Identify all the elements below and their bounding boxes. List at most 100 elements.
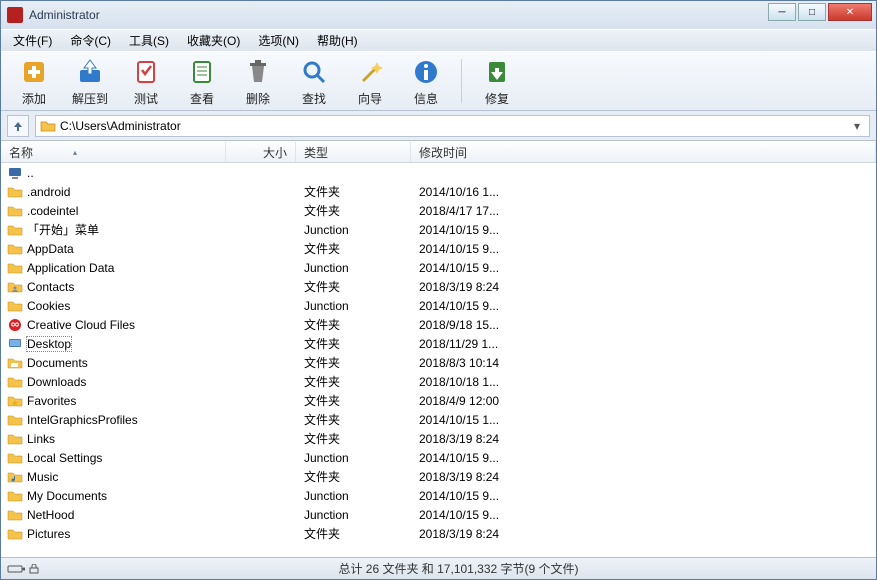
file-icon [7, 489, 23, 503]
file-name: Desktop [27, 337, 71, 351]
address-input[interactable] [60, 119, 845, 133]
file-mtime: 2018/10/18 1... [411, 375, 876, 389]
file-row[interactable]: Pictures文件夹2018/3/19 8:24 [1, 524, 876, 543]
menu-item[interactable]: 收藏夹(O) [179, 30, 248, 51]
address-field[interactable]: ▾ [35, 115, 870, 137]
status-icons [7, 564, 41, 574]
address-dropdown-icon[interactable]: ▾ [849, 119, 865, 133]
file-type: 文件夹 [296, 468, 411, 485]
test-icon [130, 56, 162, 88]
address-bar: ▾ [1, 111, 876, 141]
menu-item[interactable]: 工具(S) [121, 30, 177, 51]
titlebar: Administrator ─ □ ✕ [1, 1, 876, 29]
file-icon [7, 451, 23, 465]
up-button[interactable] [7, 115, 29, 137]
window-controls: ─ □ ✕ [768, 3, 872, 21]
file-type: 文件夹 [296, 354, 411, 371]
file-row[interactable]: NetHood Junction2014/10/15 9... [1, 505, 876, 524]
toolbar-add-button[interactable]: 添加 [9, 56, 59, 107]
toolbar-extract-button[interactable]: 解压到 [65, 56, 115, 107]
toolbar-label: 测试 [134, 90, 158, 107]
file-icon [7, 185, 23, 199]
file-type: 文件夹 [296, 183, 411, 200]
file-name: Links [27, 432, 55, 446]
file-name: .. [27, 166, 34, 180]
minimize-button[interactable]: ─ [768, 3, 796, 21]
file-row[interactable]: Music文件夹2018/3/19 8:24 [1, 467, 876, 486]
column-header-mtime[interactable]: 修改时间 [411, 142, 876, 162]
toolbar-delete-button[interactable]: 删除 [233, 56, 283, 107]
file-type: 文件夹 [296, 202, 411, 219]
file-list[interactable]: ...android文件夹2014/10/16 1....codeintel文件… [1, 163, 876, 557]
file-row[interactable]: Favorites文件夹2018/4/9 12:00 [1, 391, 876, 410]
file-mtime: 2014/10/16 1... [411, 185, 876, 199]
file-row[interactable]: 「开始」菜单Junction2014/10/15 9... [1, 220, 876, 239]
menu-item[interactable]: 命令(C) [62, 30, 119, 51]
file-row[interactable]: Downloads文件夹2018/10/18 1... [1, 372, 876, 391]
file-mtime: 2018/4/9 12:00 [411, 394, 876, 408]
file-row[interactable]: Links文件夹2018/3/19 8:24 [1, 429, 876, 448]
file-icon [7, 356, 23, 370]
toolbar-label: 查找 [302, 90, 326, 107]
menu-item[interactable]: 文件(F) [5, 30, 60, 51]
file-row[interactable]: My DocumentsJunction2014/10/15 9... [1, 486, 876, 505]
file-mtime: 2014/10/15 9... [411, 508, 876, 522]
close-button[interactable]: ✕ [828, 3, 872, 21]
toolbar-label: 添加 [22, 90, 46, 107]
file-name: .android [27, 185, 70, 199]
add-icon [18, 56, 50, 88]
file-mtime: 2014/10/15 9... [411, 261, 876, 275]
toolbar-info-button[interactable]: 信息 [401, 56, 451, 107]
file-name: Documents [27, 356, 88, 370]
file-type: 文件夹 [296, 278, 411, 295]
file-type: 文件夹 [296, 430, 411, 447]
file-row[interactable]: CookiesJunction2014/10/15 9... [1, 296, 876, 315]
disk-icon [7, 564, 25, 574]
file-row[interactable]: IntelGraphicsProfiles文件夹2014/10/15 1... [1, 410, 876, 429]
file-row[interactable]: Documents文件夹2018/8/3 10:14 [1, 353, 876, 372]
column-header-size[interactable]: 大小 [226, 142, 296, 162]
toolbar-test-button[interactable]: 测试 [121, 56, 171, 107]
window-title: Administrator [29, 8, 100, 22]
file-row[interactable]: .android 文件夹2014/10/16 1... [1, 182, 876, 201]
column-header-name[interactable]: 名称▴ [1, 142, 226, 162]
file-row[interactable]: Desktop文件夹2018/11/29 1... [1, 334, 876, 353]
file-row[interactable]: .. [1, 163, 876, 182]
file-type: Junction [296, 508, 411, 522]
file-name: NetHood [27, 508, 74, 522]
file-icon [7, 527, 23, 541]
toolbar-label: 修复 [485, 90, 509, 107]
file-mtime: 2014/10/15 9... [411, 299, 876, 313]
toolbar-label: 向导 [358, 90, 382, 107]
menu-item[interactable]: 帮助(H) [309, 30, 366, 51]
file-row[interactable]: Application DataJunction2014/10/15 9... [1, 258, 876, 277]
menu-item[interactable]: 选项(N) [250, 30, 307, 51]
file-row[interactable]: Contacts文件夹2018/3/19 8:24 [1, 277, 876, 296]
file-icon: ∞ [7, 318, 23, 332]
file-mtime: 2018/3/19 8:24 [411, 280, 876, 294]
up-arrow-icon [12, 120, 24, 132]
status-bar: 总计 26 文件夹 和 17,101,332 字节(9 个文件) [1, 557, 876, 579]
app-icon [7, 7, 23, 23]
file-type: Junction [296, 489, 411, 503]
file-row[interactable]: ∞Creative Cloud Files文件夹2018/9/18 15... [1, 315, 876, 334]
file-name: Music [27, 470, 58, 484]
file-mtime: 2014/10/15 9... [411, 489, 876, 503]
file-row[interactable]: .codeintel文件夹2018/4/17 17... [1, 201, 876, 220]
maximize-button[interactable]: □ [798, 3, 826, 21]
column-header-type[interactable]: 类型 [296, 142, 411, 162]
file-mtime: 2014/10/15 9... [411, 242, 876, 256]
file-mtime: 2014/10/15 9... [411, 223, 876, 237]
toolbar-view-button[interactable]: 查看 [177, 56, 227, 107]
toolbar-label: 信息 [414, 90, 438, 107]
column-headers: 名称▴ 大小 类型 修改时间 [1, 141, 876, 163]
file-name: IntelGraphicsProfiles [27, 413, 138, 427]
find-icon [298, 56, 330, 88]
toolbar-repair-button[interactable]: 修复 [472, 56, 522, 107]
file-row[interactable]: AppData文件夹2014/10/15 9... [1, 239, 876, 258]
file-name: .codeintel [27, 204, 78, 218]
file-row[interactable]: Local SettingsJunction2014/10/15 9... [1, 448, 876, 467]
toolbar-find-button[interactable]: 查找 [289, 56, 339, 107]
toolbar-wizard-button[interactable]: 向导 [345, 56, 395, 107]
file-icon [7, 394, 23, 408]
